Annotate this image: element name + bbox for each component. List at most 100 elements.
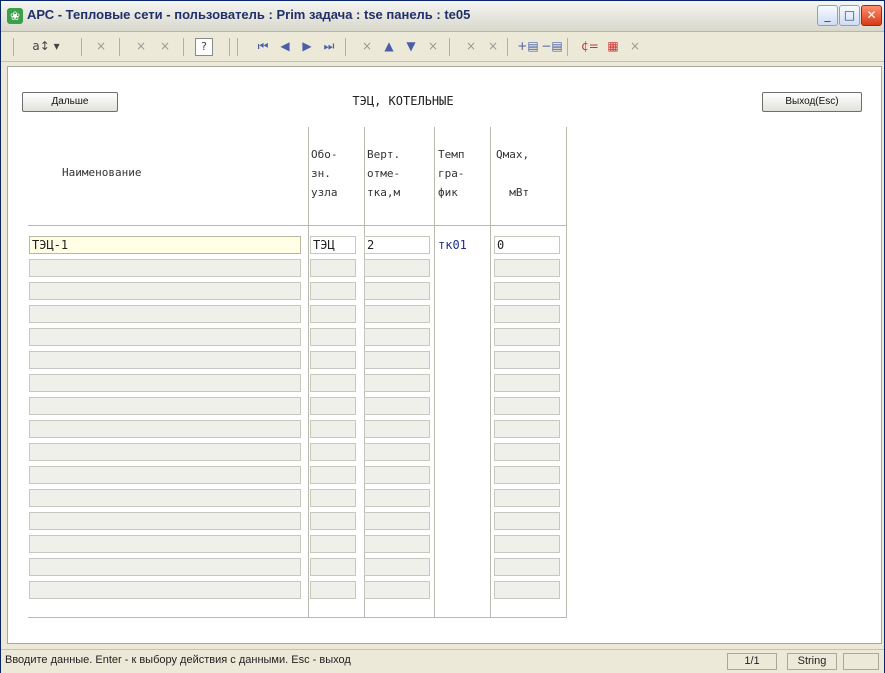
cell-node[interactable]: [310, 351, 356, 369]
cell-name[interactable]: [29, 581, 301, 599]
cell-node[interactable]: [310, 282, 356, 300]
cell-graph[interactable]: тк01: [438, 236, 467, 254]
cell-node[interactable]: [310, 328, 356, 346]
cell-qmax[interactable]: [494, 374, 560, 392]
cell-qmax[interactable]: [494, 328, 560, 346]
cell-qmax[interactable]: [494, 558, 560, 576]
cell-name[interactable]: [29, 535, 301, 553]
sort-icon[interactable]: a↕ ▾: [29, 36, 63, 56]
cell-name[interactable]: [29, 420, 301, 438]
toolbar-separator: [237, 38, 238, 56]
delete3-icon[interactable]: ×: [157, 36, 173, 56]
cancel4-icon[interactable]: ×: [485, 36, 501, 56]
minimize-button[interactable]: _: [817, 5, 838, 26]
column-header-name: Наименование: [62, 166, 142, 179]
help-icon[interactable]: ?: [195, 38, 213, 56]
cell-name[interactable]: [29, 558, 301, 576]
cell-qmax[interactable]: [494, 397, 560, 415]
toolbar-separator: [81, 38, 82, 56]
column-header-elevation: Верт. отме- тка,м: [367, 148, 401, 199]
insert-row-icon[interactable]: +▤: [517, 36, 539, 56]
move-up-icon[interactable]: ▲: [381, 36, 397, 56]
cell-node[interactable]: [310, 443, 356, 461]
cell-qmax[interactable]: [494, 489, 560, 507]
cell-name[interactable]: [29, 466, 301, 484]
cell-elev[interactable]: [364, 305, 430, 323]
cell-node[interactable]: [310, 512, 356, 530]
cell-qmax[interactable]: [494, 535, 560, 553]
delete-icon[interactable]: ×: [93, 36, 109, 56]
next-button[interactable]: Дальше: [22, 92, 118, 112]
cell-qmax[interactable]: [494, 581, 560, 599]
app-icon[interactable]: ❀: [7, 8, 23, 24]
exit-button[interactable]: Выход(Esc): [762, 92, 862, 112]
cancel2-icon[interactable]: ×: [425, 36, 441, 56]
title-bar[interactable]: ❀ АРС - Тепловые сети - пользователь : P…: [1, 1, 884, 32]
cell-qmax[interactable]: [494, 259, 560, 277]
cell-name[interactable]: [29, 512, 301, 530]
cell-elev[interactable]: [364, 351, 430, 369]
cell-name[interactable]: [29, 305, 301, 323]
first-record-icon[interactable]: ⏮: [255, 36, 271, 56]
cell-name[interactable]: [29, 351, 301, 369]
cell-elev[interactable]: [364, 420, 430, 438]
cell-qmax[interactable]: [494, 305, 560, 323]
cell-qmax[interactable]: [494, 282, 560, 300]
move-down-icon[interactable]: ▼: [403, 36, 419, 56]
cell-elev[interactable]: [364, 443, 430, 461]
cell-elev[interactable]: [364, 489, 430, 507]
cell-node[interactable]: [310, 397, 356, 415]
cell-node[interactable]: [310, 374, 356, 392]
cell-elev[interactable]: [364, 535, 430, 553]
toolbar-separator: [229, 38, 230, 56]
maximize-button[interactable]: □: [839, 5, 860, 26]
grid-divider: [308, 127, 309, 617]
cell-name[interactable]: [29, 397, 301, 415]
cell-name[interactable]: [29, 443, 301, 461]
cell-name[interactable]: [29, 259, 301, 277]
cell-elev[interactable]: [364, 512, 430, 530]
cell-elev[interactable]: [364, 259, 430, 277]
cell-node[interactable]: [310, 259, 356, 277]
cell-node[interactable]: [310, 581, 356, 599]
toolbar-separator: [345, 38, 346, 56]
cell-name[interactable]: [29, 489, 301, 507]
cell-elev[interactable]: [364, 466, 430, 484]
cell-node[interactable]: [310, 420, 356, 438]
cancel3-icon[interactable]: ×: [463, 36, 479, 56]
last-record-icon[interactable]: ⏭: [321, 36, 337, 56]
cell-name[interactable]: [29, 282, 301, 300]
next-record-icon[interactable]: ▶: [299, 36, 315, 56]
cell-node[interactable]: [310, 558, 356, 576]
cancel-icon[interactable]: ×: [359, 36, 375, 56]
cell-qmax[interactable]: [494, 512, 560, 530]
transfer-icon[interactable]: ¢=: [579, 36, 601, 56]
cell-elev[interactable]: [364, 558, 430, 576]
cell-node[interactable]: [310, 535, 356, 553]
cell-qmax[interactable]: [494, 466, 560, 484]
delete2-icon[interactable]: ×: [133, 36, 149, 56]
cell-name[interactable]: [29, 328, 301, 346]
prev-record-icon[interactable]: ◀: [277, 36, 293, 56]
cancel5-icon[interactable]: ×: [627, 36, 643, 56]
cell-qmax[interactable]: [494, 443, 560, 461]
cell-qmax[interactable]: [494, 351, 560, 369]
toolbar-separator: [183, 38, 184, 56]
cell-name[interactable]: [29, 374, 301, 392]
delete-row-icon[interactable]: −▤: [541, 36, 563, 56]
cell-elev[interactable]: [364, 282, 430, 300]
cell-elev[interactable]: [364, 328, 430, 346]
cell-elev[interactable]: [364, 581, 430, 599]
toolbar-separator: [13, 38, 14, 56]
cell-elev[interactable]: [364, 397, 430, 415]
cell-elev[interactable]: [364, 374, 430, 392]
cell-name[interactable]: [29, 236, 301, 254]
cell-node-value: ТЭЦ: [313, 238, 335, 252]
close-button[interactable]: ✕: [861, 5, 882, 26]
cell-node[interactable]: [310, 305, 356, 323]
cell-node[interactable]: [310, 489, 356, 507]
save-icon[interactable]: ▦: [605, 36, 621, 56]
cell-node[interactable]: [310, 466, 356, 484]
cell-qmax[interactable]: [494, 420, 560, 438]
column-header-graph: Темп гра- фик: [438, 148, 465, 199]
